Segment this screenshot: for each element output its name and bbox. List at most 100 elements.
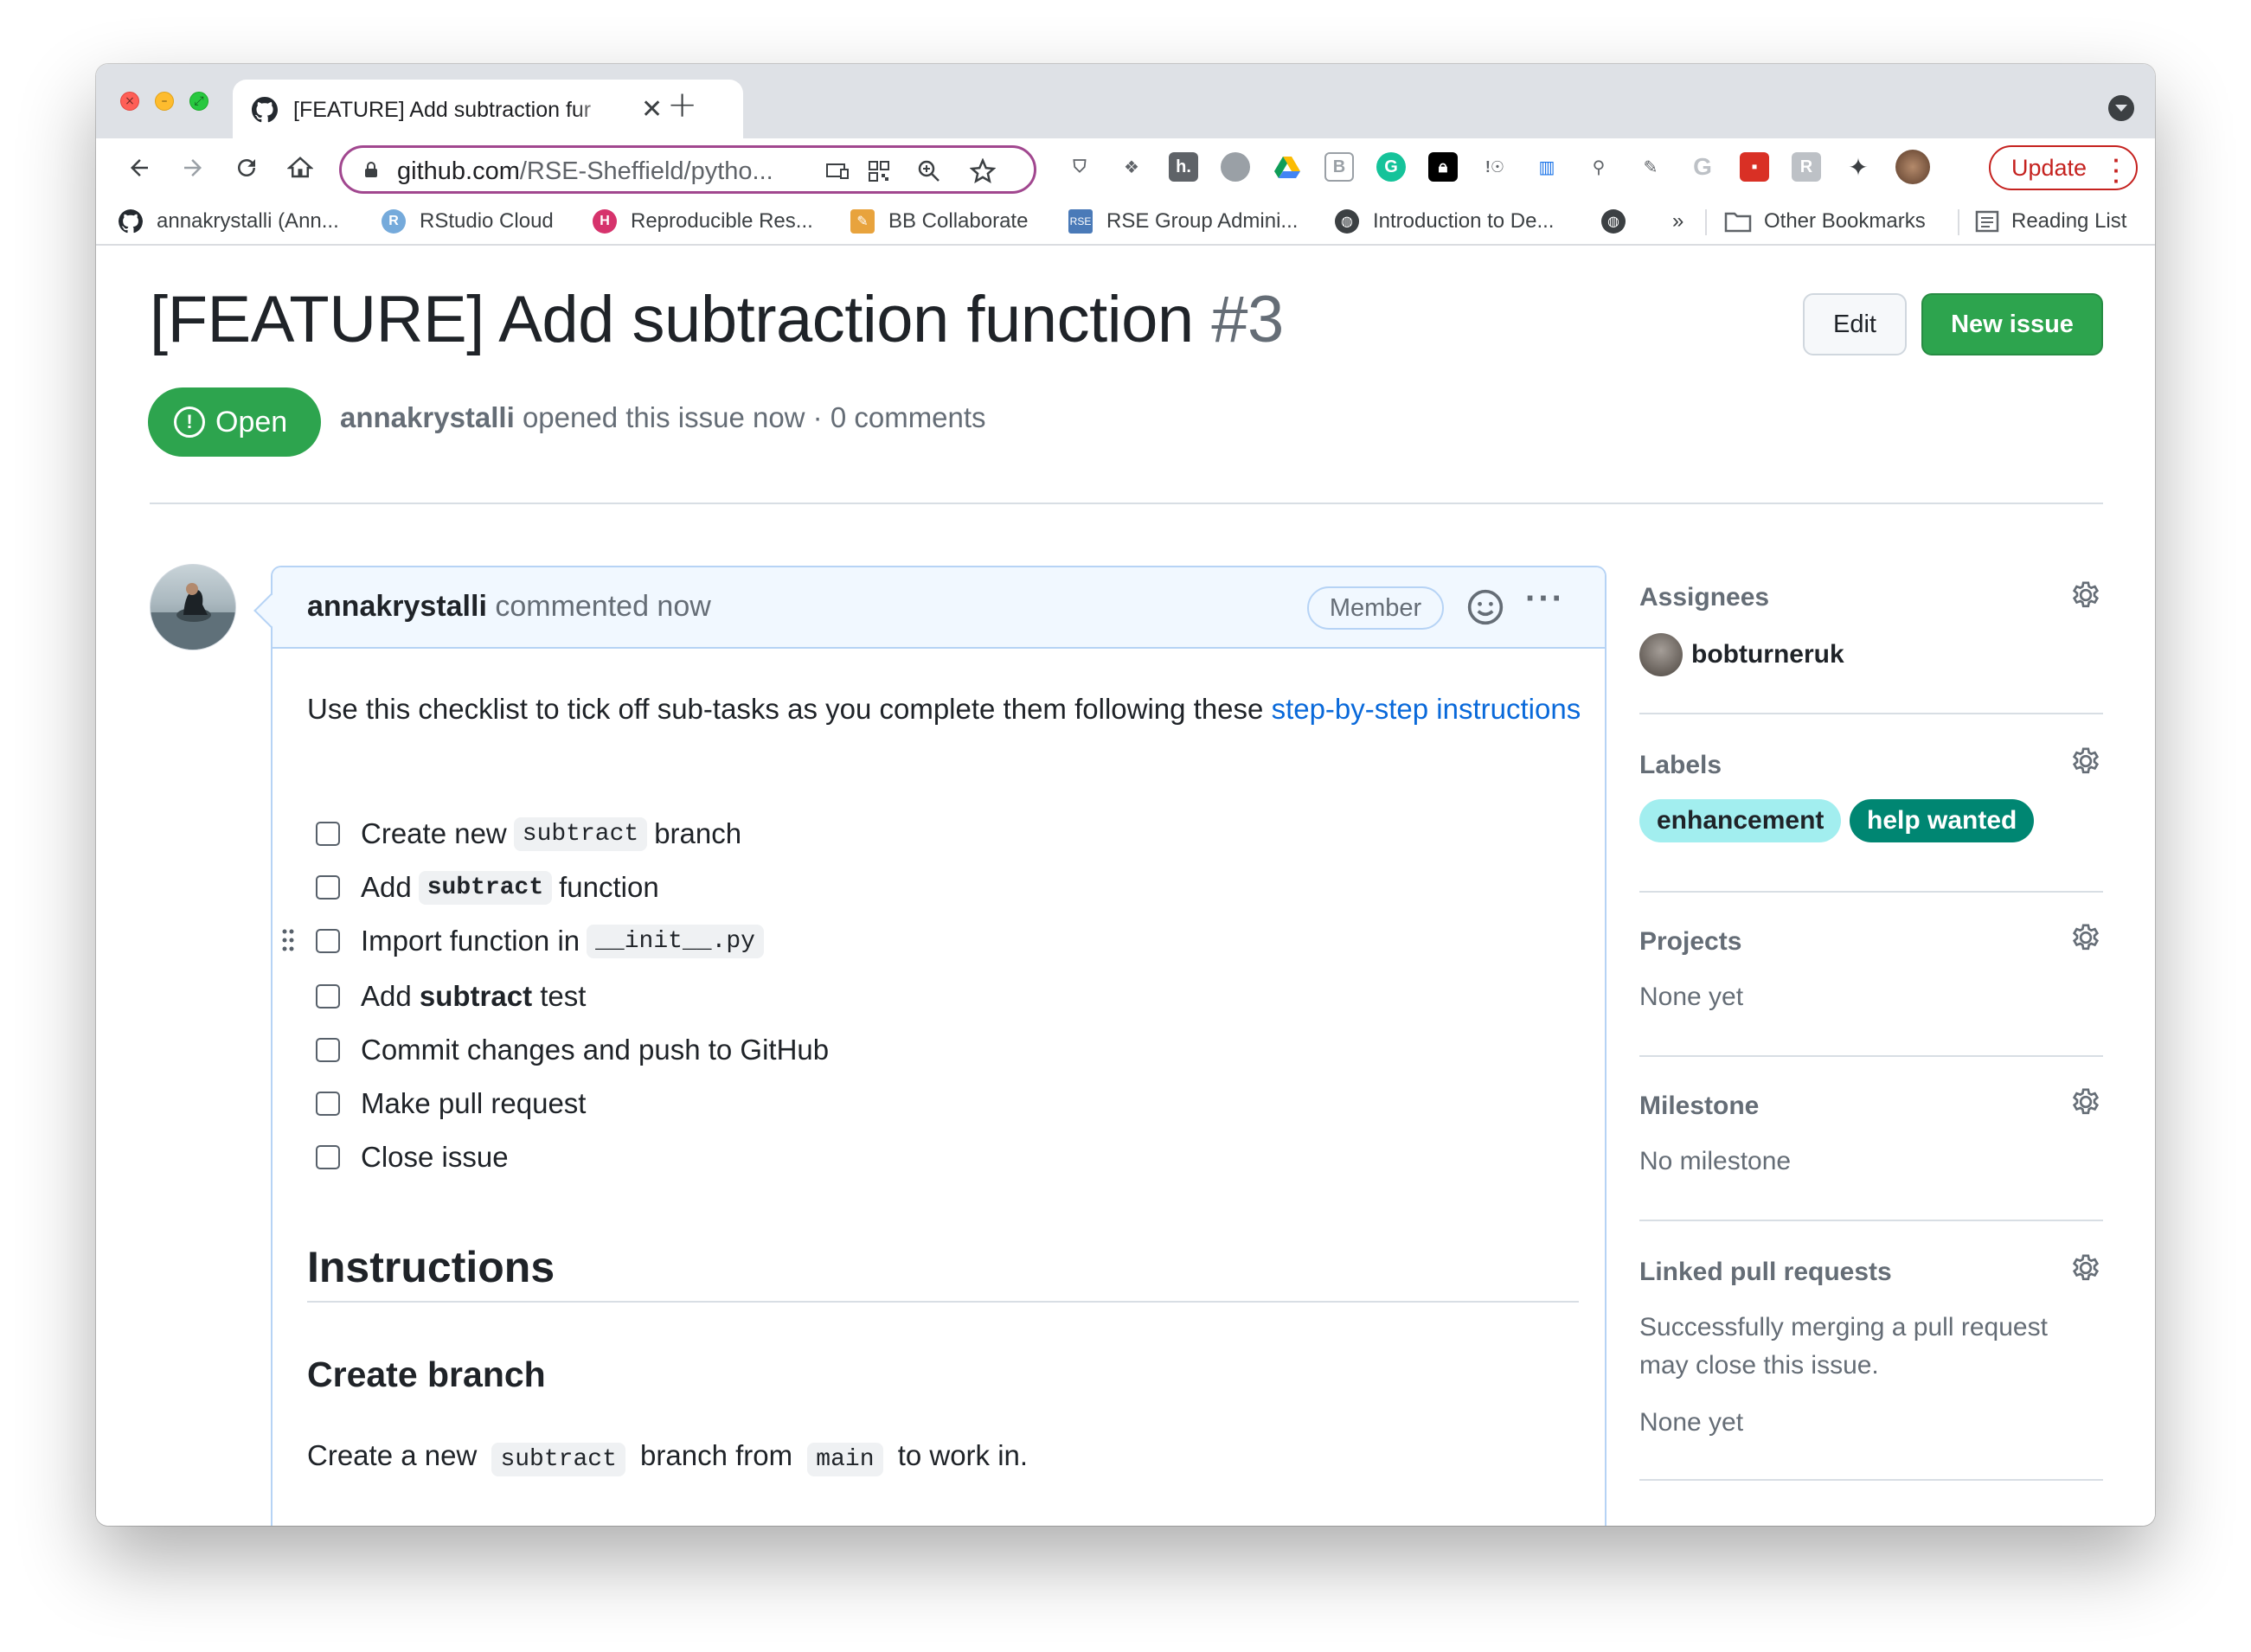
task-checkbox[interactable] [316, 875, 340, 900]
drag-handle-icon[interactable] [281, 927, 295, 953]
kebab-menu-icon[interactable]: ··· [1525, 579, 1565, 618]
task-checkbox[interactable] [316, 1145, 340, 1169]
task-checkbox[interactable] [316, 822, 340, 846]
bookmark-rse-group-admin[interactable]: RSE RSE Group Admini... [1068, 208, 1298, 235]
new-tab-button[interactable]: + [667, 83, 697, 125]
extension-badge-icon[interactable]: ▪ [1740, 152, 1769, 182]
comment-time[interactable]: commented now [495, 590, 710, 623]
qr-code-icon[interactable] [864, 157, 894, 186]
google-extension-icon[interactable]: G [1688, 152, 1717, 182]
create-branch-heading: Create branch [307, 1354, 546, 1394]
gear-icon[interactable] [2068, 1085, 2103, 1119]
comment-author-link[interactable]: annakrystalli [307, 590, 487, 623]
extensions-puzzle-icon[interactable]: ✦ [1844, 152, 1873, 182]
task-text: Make pull request [361, 1087, 587, 1119]
bookmark-annakrystalli[interactable]: annakrystalli (Ann... [119, 208, 339, 235]
close-tab-icon[interactable]: ✕ [641, 94, 663, 125]
extension-satellite-icon[interactable]: ⚲ [1584, 152, 1613, 182]
bookmark-rstudio-cloud[interactable]: R RStudio Cloud [382, 208, 554, 235]
task-text: Import function in [361, 925, 580, 957]
issue-author-link[interactable]: annakrystalli [340, 401, 515, 433]
close-window-button[interactable]: × [120, 92, 139, 111]
linked-prs-title[interactable]: Linked pull requests [1639, 1258, 1892, 1287]
gear-icon[interactable] [2068, 1251, 2103, 1285]
extension-search-icon[interactable]: !☉ [1480, 152, 1510, 182]
extension-owl-icon[interactable] [1221, 152, 1250, 182]
zoom-window-button[interactable]: ⤢ [189, 92, 208, 111]
instructions-link[interactable]: step-by-step instructions [1272, 693, 1581, 725]
eyedropper-icon[interactable]: ✎ [1636, 152, 1665, 182]
bookmark-star-icon[interactable] [968, 157, 997, 186]
member-badge: Member [1307, 586, 1444, 630]
task-checkbox[interactable] [316, 929, 340, 953]
labels-title[interactable]: Labels [1639, 751, 1722, 780]
dropbox-icon[interactable]: ❖ [1117, 152, 1146, 182]
task-item: Create new subtract branch [316, 815, 741, 853]
bookmark-introduction-to-de[interactable]: ◍ Introduction to De... [1335, 208, 1554, 235]
inline-code: subtract [491, 1443, 625, 1476]
browser-window: × – ⤢ [FEATURE] Add subtraction fur ✕ + [96, 64, 2155, 1526]
home-icon [287, 157, 313, 178]
task-checkbox[interactable] [316, 1038, 340, 1062]
back-button[interactable] [119, 147, 160, 189]
address-bar[interactable]: github.com/RSE-Sheffield/pytho... [339, 145, 1036, 194]
sidebar-divider [1639, 713, 2103, 714]
bookmark-label: RStudio Cloud [420, 209, 554, 233]
bookmarks-overflow-button[interactable]: » [1672, 208, 1683, 235]
assignees-title[interactable]: Assignees [1639, 583, 1769, 612]
issue-state-label: Open [215, 405, 288, 439]
new-issue-button[interactable]: New issue [1921, 293, 2103, 355]
gear-icon[interactable] [2068, 920, 2103, 955]
milestone-title[interactable]: Milestone [1639, 1092, 1759, 1121]
assignee[interactable]: bobturneruk [1639, 633, 1844, 676]
home-button[interactable] [279, 147, 321, 189]
other-bookmarks[interactable]: Other Bookmarks [1724, 208, 1926, 235]
reading-list[interactable]: Reading List [1975, 208, 2126, 235]
task-checkbox[interactable] [316, 1092, 340, 1116]
extension-lock-icon[interactable]: 🔒︎ [1428, 152, 1458, 182]
sidebar-divider [1639, 1220, 2103, 1221]
sidebar-divider [1639, 1479, 2103, 1481]
cast-icon[interactable] [823, 157, 852, 186]
tab-search-icon[interactable] [2108, 95, 2134, 121]
extension-shield-icon[interactable]: ⛉ [1065, 152, 1094, 182]
header-divider [150, 503, 2103, 504]
task-checkbox[interactable] [316, 984, 340, 1008]
paragraph-text: Create a new [307, 1439, 478, 1471]
gear-icon[interactable] [2068, 744, 2103, 778]
bookmark-globe[interactable]: ◍ [1601, 208, 1639, 235]
github-icon [252, 97, 278, 123]
label-enhancement[interactable]: enhancement [1639, 799, 1842, 842]
bookmark-reproducible-research[interactable]: H Reproducible Res... [593, 208, 813, 235]
sidebar-divider [1639, 891, 2103, 893]
comment-body: Use this checklist to tick off sub-tasks… [307, 687, 1587, 732]
bookmark-label: annakrystalli (Ann... [157, 209, 339, 233]
zoom-icon[interactable] [914, 157, 944, 186]
avatar[interactable] [150, 564, 236, 650]
inline-code: main [807, 1443, 883, 1476]
profile-avatar[interactable] [1895, 150, 1930, 184]
extension-building-icon[interactable]: ▥ [1532, 152, 1562, 182]
hypothesis-icon[interactable]: h. [1169, 152, 1198, 182]
heading-rule [307, 1301, 1579, 1303]
linked-prs-desc: Successfully merging a pull request [1639, 1313, 2048, 1341]
google-drive-icon[interactable] [1273, 152, 1302, 182]
projects-title[interactable]: Projects [1639, 927, 1741, 957]
url-text[interactable]: github.com/RSE-Sheffield/pytho... [397, 157, 773, 186]
globe-icon: ◍ [1335, 209, 1359, 234]
bookmark-bb-collaborate[interactable]: ✎ BB Collaborate [850, 208, 1028, 235]
update-button[interactable]: Update · · · [1989, 145, 2138, 192]
extension-r-icon[interactable]: R [1792, 152, 1821, 182]
pencil-icon: ✎ [850, 209, 875, 234]
reload-button[interactable] [226, 147, 267, 189]
label-help-wanted[interactable]: help wanted [1850, 799, 2035, 842]
edit-button[interactable]: Edit [1803, 293, 1907, 355]
gear-icon[interactable] [2068, 578, 2103, 612]
extension-bi-icon[interactable]: B [1324, 152, 1354, 182]
grammarly-icon[interactable]: G [1376, 152, 1406, 182]
minimize-window-button[interactable]: – [155, 92, 174, 111]
forward-button[interactable] [172, 147, 214, 189]
task-text: branch [654, 817, 742, 849]
add-reaction-icon[interactable] [1466, 588, 1504, 626]
update-label: Update [2011, 154, 2087, 181]
